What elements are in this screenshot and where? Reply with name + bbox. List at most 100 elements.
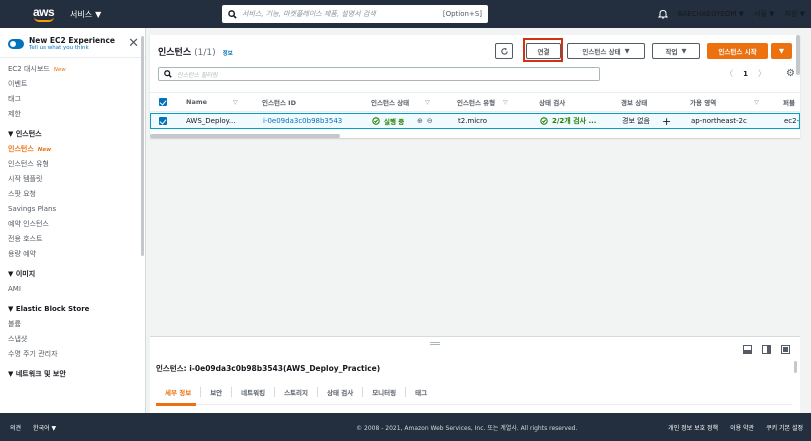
sidebar-item-tags[interactable]: 태그	[0, 92, 145, 107]
region-menu[interactable]: 서울 ▼	[754, 9, 775, 19]
column-header-name[interactable]: Name ▽	[186, 98, 238, 106]
instance-state: 실행 중	[372, 116, 404, 126]
terms-link[interactable]: 이용 약관	[730, 423, 754, 432]
column-header-status-check[interactable]: 상태 검사	[539, 97, 565, 107]
experience-toggle-switch[interactable]	[8, 38, 24, 49]
sidebar-section-network[interactable]: ▼ 네트워크 및 보안	[0, 366, 145, 382]
tab-storage[interactable]: 스토리지	[275, 386, 318, 397]
instance-name: AWS_Deploy...	[186, 117, 236, 125]
add-alarm-icon[interactable]: +	[662, 115, 671, 128]
refresh-icon	[500, 47, 508, 55]
table-row[interactable]: AWS_Deploy... i-0e09da3c0b98b3543 실행 중 ⊕…	[150, 113, 800, 129]
tab-tags[interactable]: 태그	[406, 387, 436, 397]
language-label: 한국어	[33, 424, 50, 432]
language-selector[interactable]: 한국어 ▼	[33, 423, 56, 432]
chevron-right-icon[interactable]: 〉	[758, 68, 766, 79]
instance-state-button[interactable]: 인스턴스 상태 ▼	[567, 43, 645, 59]
instance-filter-input[interactable]: 인스턴스 필터링	[158, 67, 600, 81]
sidebar-section-ebs[interactable]: ▼ Elastic Block Store	[0, 301, 145, 317]
services-menu[interactable]: 서비스 ▼	[70, 9, 101, 20]
sidebar-item-dedicated-hosts[interactable]: 전용 호스트	[0, 232, 145, 247]
global-search[interactable]: 서비스, 기능, 마켓플레이스 제품, 설명서 검색 [Option+S]	[222, 5, 488, 23]
split-side-icon[interactable]	[762, 345, 771, 354]
support-menu[interactable]: 지원 ▼	[785, 9, 806, 19]
instance-id-link[interactable]: i-0e09da3c0b98b3543	[263, 117, 342, 125]
tab-details[interactable]: 세부 정보	[156, 386, 202, 397]
sidebar-item-savings-plans[interactable]: Savings Plans	[0, 202, 145, 217]
check-circle-icon	[372, 117, 380, 125]
zoom-out-icon[interactable]: ⊖	[427, 117, 433, 125]
sidebar-item-events[interactable]: 이벤트	[0, 77, 145, 92]
pane-layout-controls	[743, 345, 790, 354]
sidebar-item-dashboard[interactable]: EC2 대시보드 New	[0, 62, 145, 77]
full-pane-icon[interactable]	[781, 345, 790, 354]
cookie-preferences-link[interactable]: 쿠키 기본 설정	[766, 423, 803, 432]
copyright: © 2008 - 2021, Amazon Web Services, Inc.…	[356, 424, 578, 432]
sidebar: New EC2 Experience Tell us what you thin…	[0, 28, 146, 413]
sidebar-item-instances[interactable]: 인스턴스 New	[0, 142, 145, 157]
footer: 의견 한국어 ▼ © 2008 - 2021, Amazon Web Servi…	[0, 413, 811, 441]
launch-instance-button[interactable]: 인스턴스 시작	[707, 43, 768, 59]
sidebar-item-limits[interactable]: 제한	[0, 107, 145, 122]
tab-networking[interactable]: 네트워킹	[232, 386, 276, 397]
aws-logo[interactable]: aws	[30, 5, 60, 23]
header-label: 퍼블	[783, 99, 795, 107]
refresh-button[interactable]	[495, 43, 513, 59]
sidebar-item-lifecycle-manager[interactable]: 수명 주기 관리자	[0, 347, 145, 362]
sidebar-section-instances[interactable]: ▼ 인스턴스	[0, 126, 145, 142]
sidebar-item-ami[interactable]: AMI	[0, 282, 145, 297]
table-horizontal-scrollbar[interactable]	[150, 134, 340, 138]
tab-security[interactable]: 보안	[201, 386, 233, 397]
split-bottom-icon[interactable]	[743, 345, 752, 354]
sidebar-item-instance-types[interactable]: 인스턴스 유형	[0, 157, 145, 172]
sidebar-item-snapshots[interactable]: 스냅샷	[0, 332, 145, 347]
column-header-instance-type[interactable]: 인스턴스 유형 ▽	[457, 97, 508, 108]
section-label: 네트워크 및 보안	[15, 370, 66, 378]
close-icon[interactable]: ✕	[128, 36, 139, 51]
column-header-public[interactable]: 퍼블	[783, 97, 795, 107]
zoom-icons: ⊕ ⊖	[417, 117, 433, 125]
select-all-checkbox[interactable]	[159, 98, 167, 106]
sidebar-item-spot-requests[interactable]: 스팟 요청	[0, 187, 145, 202]
sidebar-scrollbar[interactable]	[141, 36, 144, 256]
zoom-in-icon[interactable]: ⊕	[417, 117, 423, 125]
status-check-text: 2/2개 검사 ...	[552, 117, 597, 125]
launch-dropdown-button[interactable]: ▼	[771, 43, 792, 59]
tab-status-checks[interactable]: 상태 검사	[318, 386, 364, 397]
column-header-instance-state[interactable]: 인스턴스 상태 ▽	[371, 97, 430, 108]
feedback-link[interactable]: 의견	[10, 423, 21, 432]
column-header-alarm-status[interactable]: 경보 상태	[621, 97, 647, 107]
sidebar-item-volumes[interactable]: 볼륨	[0, 317, 145, 332]
pagination: 〈 1 〉	[725, 68, 766, 79]
column-header-availability-zone[interactable]: 가용 영역 ▽	[690, 97, 759, 108]
caret-down-icon: ▼	[681, 47, 687, 55]
column-header-instance-id[interactable]: 인스턴스 ID	[262, 97, 296, 107]
panel-header: 인스턴스 (1/1) 정보	[158, 45, 233, 58]
sidebar-section-images[interactable]: ▼ 이미지	[0, 266, 145, 282]
row-checkbox[interactable]	[159, 117, 167, 125]
account-menu[interactable]: BAECHAEGYEOM ▼	[678, 10, 744, 18]
detail-tabs: 세부 정보 보안 네트워킹 스토리지 상태 검사 모니터링 태그	[156, 379, 792, 405]
check-circle-icon	[540, 117, 548, 125]
experience-feedback-link[interactable]: Tell us what you think	[29, 45, 115, 51]
actions-button[interactable]: 작업 ▼	[652, 43, 700, 59]
current-page[interactable]: 1	[743, 70, 748, 78]
page-title: 인스턴스	[158, 48, 192, 58]
detail-title: 인스턴스: i-0e09da3c0b98b3543(AWS_Deploy_Pra…	[156, 364, 381, 373]
info-link[interactable]: 정보	[223, 49, 233, 57]
privacy-link[interactable]: 개인 정보 보호 정책	[668, 423, 718, 432]
new-experience-toggle: New EC2 Experience Tell us what you thin…	[0, 28, 145, 58]
tab-monitoring[interactable]: 모니터링	[363, 386, 407, 397]
header-label: 상태 검사	[539, 99, 566, 107]
resize-handle[interactable]	[430, 342, 440, 345]
bell-icon[interactable]	[657, 9, 668, 19]
chevron-left-icon[interactable]: 〈	[725, 68, 733, 79]
section-label: Elastic Block Store	[15, 305, 90, 313]
actions-label: 작업	[665, 48, 678, 56]
gear-icon[interactable]: ⚙	[786, 68, 795, 79]
sidebar-item-capacity-reservations[interactable]: 용량 예약	[0, 247, 145, 262]
main-vertical-scrollbar[interactable]	[796, 35, 800, 75]
detail-scrollbar[interactable]	[794, 361, 797, 373]
sidebar-item-launch-templates[interactable]: 시작 템플릿	[0, 172, 145, 187]
sidebar-item-reserved-instances[interactable]: 예약 인스턴스	[0, 217, 145, 232]
